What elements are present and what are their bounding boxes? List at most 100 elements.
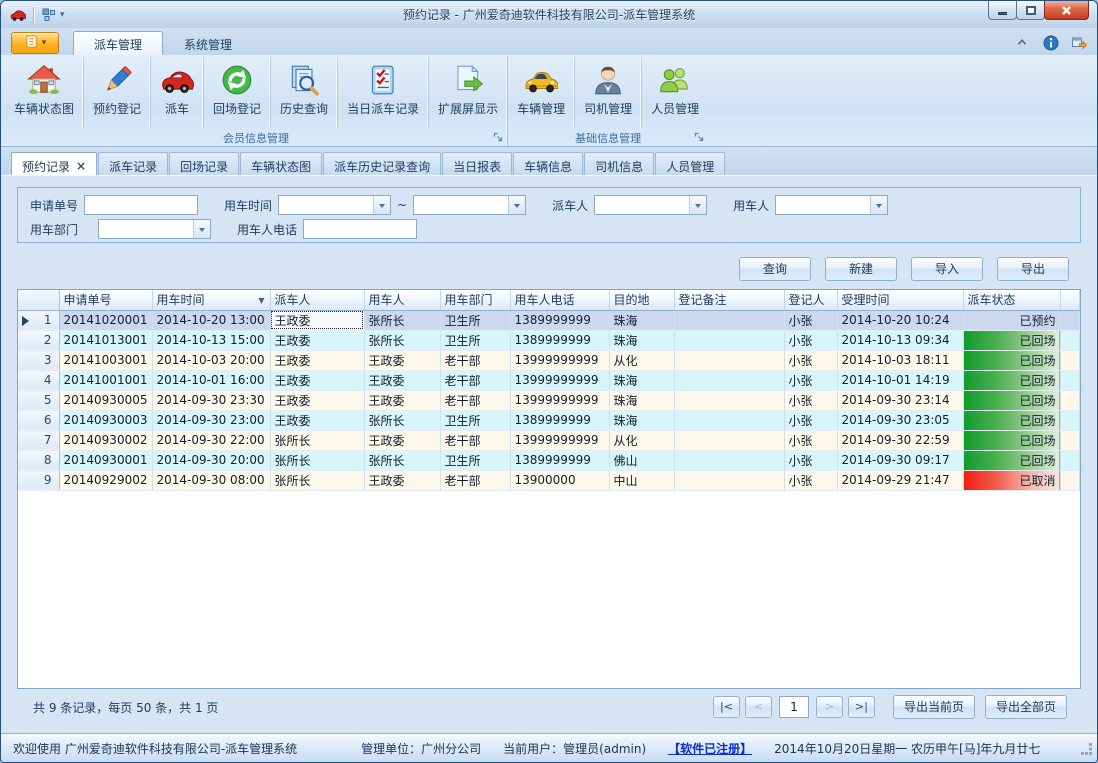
- ribbon-tab[interactable]: 派车管理: [73, 31, 163, 55]
- sort-descending-icon[interactable]: ▼: [258, 296, 264, 305]
- table-cell-order_no[interactable]: 20140929002: [59, 470, 152, 490]
- table-cell-phone[interactable]: 13999999999: [510, 370, 609, 390]
- row-header[interactable]: 2: [18, 330, 59, 350]
- table-row[interactable]: 2201410130012014-10-13 15:00王政委张所长卫生所138…: [18, 330, 1080, 350]
- table-row[interactable]: 9201409290022014-09-30 08:00张所长王政委老干部139…: [18, 470, 1080, 490]
- table-cell-remark[interactable]: [674, 430, 784, 450]
- app-menu-button[interactable]: ▾: [11, 32, 59, 54]
- column-header[interactable]: 派车人: [270, 290, 364, 310]
- table-cell-registrar[interactable]: 小张: [784, 330, 837, 350]
- column-header[interactable]: 登记备注: [674, 290, 784, 310]
- table-cell-order_no[interactable]: 20140930001: [59, 450, 152, 470]
- document-tab[interactable]: 车辆信息: [513, 152, 583, 175]
- table-cell-destination[interactable]: 中山: [609, 470, 674, 490]
- document-tab[interactable]: 预约记录×: [11, 152, 97, 175]
- row-header[interactable]: 6: [18, 410, 59, 430]
- column-header[interactable]: 用车部门: [440, 290, 510, 310]
- table-cell-dept[interactable]: 卫生所: [440, 410, 510, 430]
- table-row[interactable]: 6201409300032014-09-30 23:00王政委张所长卫生所138…: [18, 410, 1080, 430]
- table-row[interactable]: 5201409300052014-09-30 23:30王政委王政委老干部139…: [18, 390, 1080, 410]
- column-header[interactable]: 目的地: [609, 290, 674, 310]
- table-cell-accepted[interactable]: 2014-10-03 18:11: [837, 350, 963, 370]
- table-cell-accepted[interactable]: 2014-10-01 14:19: [837, 370, 963, 390]
- table-cell-user[interactable]: 王政委: [364, 430, 440, 450]
- table-cell-phone[interactable]: 13999999999: [510, 390, 609, 410]
- table-cell-order_no[interactable]: 20141001001: [59, 370, 152, 390]
- dispatcher-combo[interactable]: [594, 195, 707, 215]
- table-cell-dept[interactable]: 老干部: [440, 430, 510, 450]
- table-cell-user[interactable]: 张所长: [364, 410, 440, 430]
- table-cell-user[interactable]: 王政委: [364, 470, 440, 490]
- combo-dropdown-icon[interactable]: [193, 220, 210, 238]
- table-cell-remark[interactable]: [674, 450, 784, 470]
- table-cell-status[interactable]: 已回场: [963, 410, 1060, 430]
- table-cell-use_time[interactable]: 2014-09-30 20:00: [152, 450, 270, 470]
- table-cell-dispatcher[interactable]: 张所长: [270, 470, 364, 490]
- document-tab[interactable]: 司机信息: [584, 152, 654, 175]
- table-cell-destination[interactable]: 佛山: [609, 450, 674, 470]
- table-cell-dept[interactable]: 老干部: [440, 350, 510, 370]
- table-cell-use_time[interactable]: 2014-10-03 20:00: [152, 350, 270, 370]
- ribbon-button[interactable]: 回场登记: [203, 56, 270, 129]
- column-header[interactable]: 受理时间: [837, 290, 963, 310]
- next-page-button[interactable]: >: [816, 696, 843, 718]
- table-cell-destination[interactable]: 珠海: [609, 390, 674, 410]
- combo-dropdown-icon[interactable]: [508, 196, 525, 214]
- table-cell-phone[interactable]: 1389999999: [510, 310, 609, 330]
- table-cell-phone[interactable]: 13900000: [510, 470, 609, 490]
- table-cell-dispatcher[interactable]: 王政委: [270, 330, 364, 350]
- export-current-page-button[interactable]: 导出当前页: [893, 695, 975, 719]
- table-cell-remark[interactable]: [674, 470, 784, 490]
- ribbon-button[interactable]: 司机管理: [574, 56, 641, 129]
- table-cell-dispatcher[interactable]: 王政委: [270, 370, 364, 390]
- column-header[interactable]: 用车时间▼: [152, 290, 270, 310]
- table-cell-dispatcher[interactable]: 王政委: [270, 390, 364, 410]
- table-cell-user[interactable]: 张所长: [364, 310, 440, 330]
- table-cell-use_time[interactable]: 2014-09-30 23:00: [152, 410, 270, 430]
- ribbon-button[interactable]: 车辆管理: [508, 56, 574, 129]
- table-cell-phone[interactable]: 1389999999: [510, 330, 609, 350]
- quick-access-dropdown-icon[interactable]: ▾: [60, 10, 65, 20]
- minimize-button[interactable]: [988, 1, 1017, 20]
- table-cell-status[interactable]: 已回场: [963, 430, 1060, 450]
- table-cell-status[interactable]: 已回场: [963, 350, 1060, 370]
- combo-dropdown-icon[interactable]: [373, 196, 390, 214]
- ribbon-button[interactable]: 扩展屏显示: [428, 56, 507, 129]
- prev-page-button[interactable]: <: [745, 696, 772, 718]
- launcher-icon[interactable]: [693, 131, 705, 143]
- table-cell-accepted[interactable]: 2014-09-30 09:17: [837, 450, 963, 470]
- registration-link[interactable]: 【软件已注册】: [668, 740, 752, 757]
- switch-window-icon[interactable]: [1071, 35, 1087, 51]
- table-cell-use_time[interactable]: 2014-09-30 23:30: [152, 390, 270, 410]
- action-button[interactable]: 查询: [739, 257, 811, 281]
- document-tab[interactable]: 回场记录: [169, 152, 239, 175]
- table-cell-dispatcher[interactable]: 王政委: [270, 310, 364, 330]
- table-cell-phone[interactable]: 13999999999: [510, 430, 609, 450]
- table-cell-status[interactable]: 已预约: [963, 310, 1060, 330]
- ribbon-button[interactable]: 人员管理: [641, 56, 708, 129]
- table-cell-status[interactable]: 已回场: [963, 370, 1060, 390]
- table-cell-registrar[interactable]: 小张: [784, 390, 837, 410]
- table-cell-status[interactable]: 已回场: [963, 450, 1060, 470]
- table-cell-user[interactable]: 王政委: [364, 390, 440, 410]
- table-cell-accepted[interactable]: 2014-10-13 09:34: [837, 330, 963, 350]
- maximize-button[interactable]: [1016, 1, 1045, 20]
- table-cell-destination[interactable]: 珠海: [609, 410, 674, 430]
- row-selector-header[interactable]: [18, 290, 59, 310]
- table-cell-registrar[interactable]: 小张: [784, 410, 837, 430]
- action-button[interactable]: 导入: [911, 257, 983, 281]
- page-number-input[interactable]: [779, 696, 809, 718]
- launcher-icon[interactable]: [492, 131, 504, 143]
- table-cell-order_no[interactable]: 20140930002: [59, 430, 152, 450]
- table-cell-registrar[interactable]: 小张: [784, 350, 837, 370]
- table-cell-dept[interactable]: 卫生所: [440, 450, 510, 470]
- table-cell-registrar[interactable]: 小张: [784, 370, 837, 390]
- table-cell-registrar[interactable]: 小张: [784, 450, 837, 470]
- column-header[interactable]: 申请单号: [59, 290, 152, 310]
- ribbon-button[interactable]: 车辆状态图: [5, 56, 83, 129]
- table-cell-remark[interactable]: [674, 350, 784, 370]
- export-all-pages-button[interactable]: 导出全部页: [985, 695, 1067, 719]
- resize-grip-icon[interactable]: [1081, 743, 1093, 758]
- column-header[interactable]: 用车人: [364, 290, 440, 310]
- table-cell-user[interactable]: 张所长: [364, 450, 440, 470]
